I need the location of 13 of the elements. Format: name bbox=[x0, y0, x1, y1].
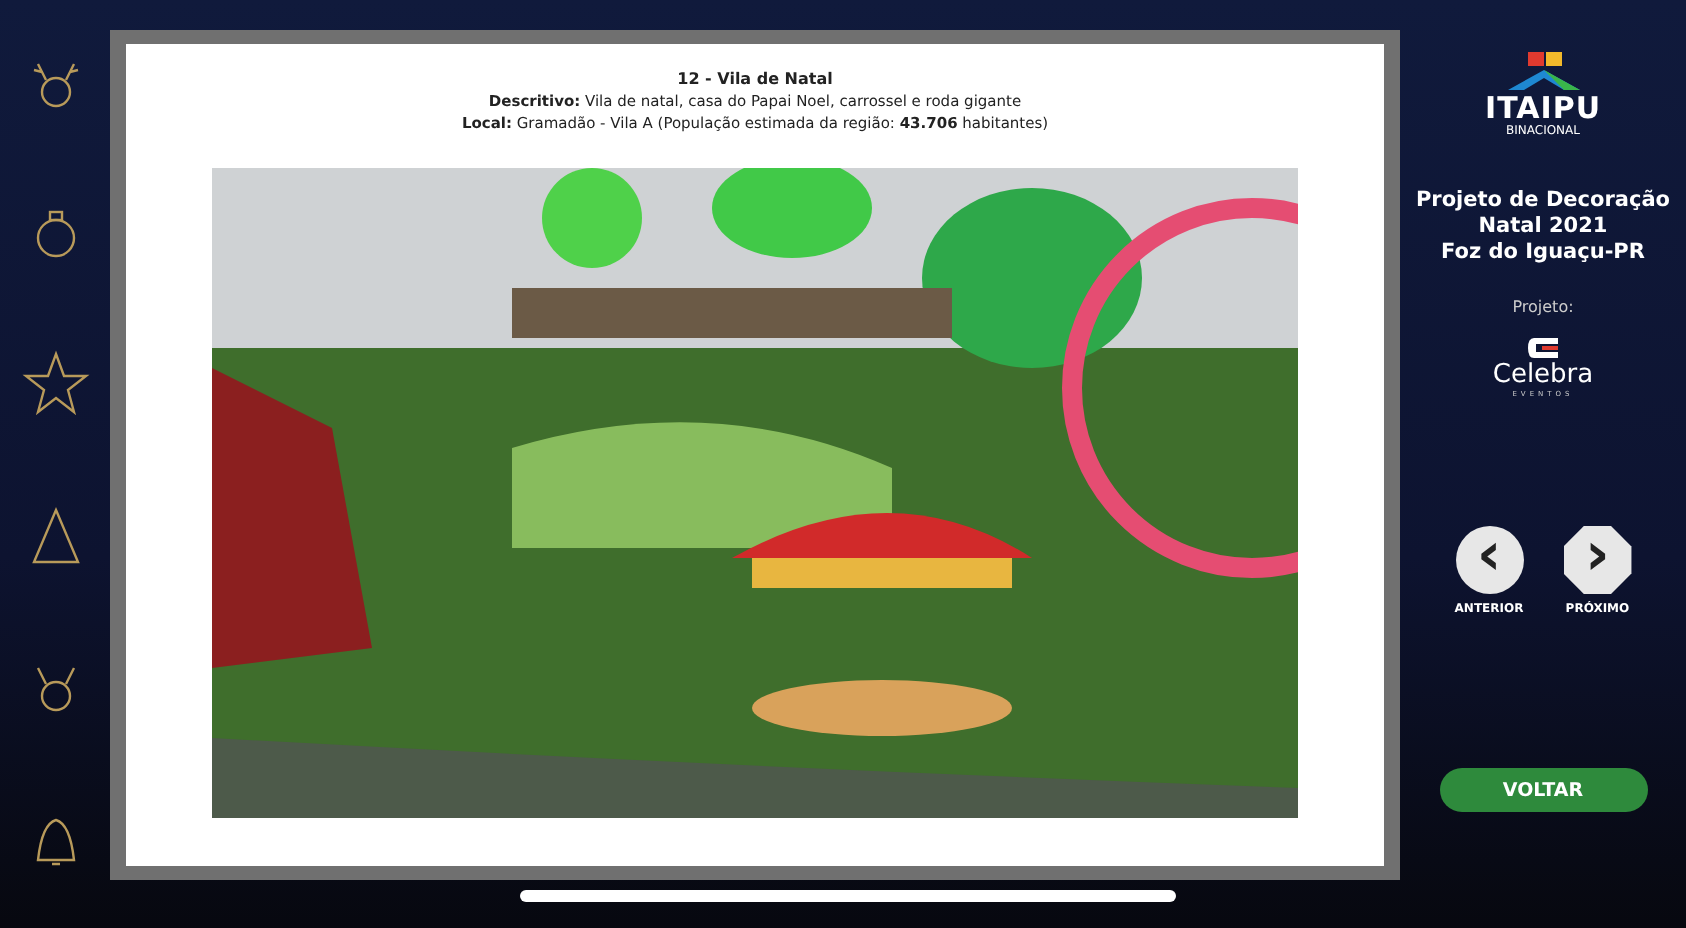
logo-name: ITAIPU bbox=[1484, 92, 1601, 124]
itaipu-logo-icon bbox=[1503, 52, 1583, 92]
project-title: Natal 2021 bbox=[1476, 214, 1610, 240]
back-button[interactable]: VOLTAR bbox=[1439, 768, 1647, 812]
project-label: Projeto: bbox=[1512, 298, 1574, 316]
slide-title: 12 - Vila de Natal bbox=[677, 68, 833, 90]
celebra-logo-icon bbox=[1525, 336, 1561, 360]
next-button[interactable]: › bbox=[1563, 526, 1632, 594]
previous-button[interactable]: ‹ bbox=[1455, 526, 1523, 594]
partner-name: Celebra bbox=[1492, 360, 1594, 390]
star-icon bbox=[21, 350, 89, 419]
project-title: Foz do Iguaçu-PR bbox=[1439, 240, 1647, 266]
project-title: Projeto de Decoração bbox=[1415, 188, 1671, 214]
